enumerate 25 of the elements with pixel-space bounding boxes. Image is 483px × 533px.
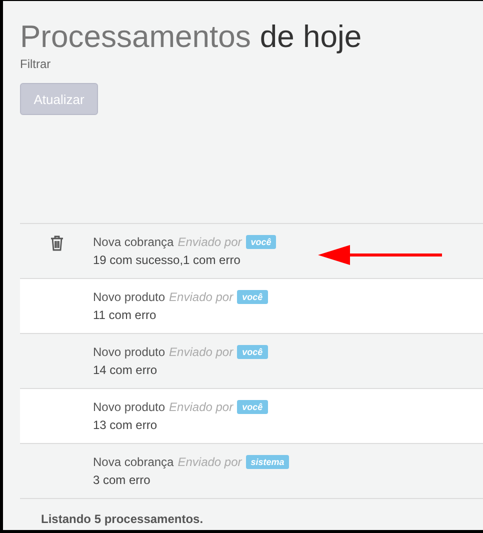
page-title-emphasis: de hoje <box>260 19 362 55</box>
list-count: Listando 5 processamentos. <box>41 512 204 526</box>
filter-link[interactable]: Filtrar <box>20 57 51 71</box>
process-type: Nova cobrança <box>93 455 174 469</box>
sender-badge: você <box>237 345 268 359</box>
sender-badge: você <box>237 290 268 304</box>
process-type: Nova cobrança <box>93 235 174 249</box>
result-summary: 19 com sucesso,1 com erro <box>93 253 242 267</box>
process-type: Novo produto <box>93 290 166 304</box>
sender-badge: sistema <box>246 455 290 469</box>
sender-badge: você <box>237 400 268 414</box>
sent-by-label: Enviado por <box>178 455 242 469</box>
sent-by-label: Enviado por <box>169 400 234 414</box>
process-type: Novo produto <box>93 345 166 359</box>
result-summary: 14 com erro <box>93 363 158 377</box>
sent-by-label: Enviado por <box>178 235 242 249</box>
page-title: Processamentos <box>20 19 251 55</box>
sent-by-label: Enviado por <box>169 290 234 304</box>
sender-badge: você <box>246 235 276 249</box>
result-summary: 11 com erro <box>93 308 158 322</box>
process-type: Novo produto <box>93 400 166 414</box>
result-summary: 13 com erro <box>93 418 158 432</box>
result-summary: 3 com erro <box>93 473 152 487</box>
sent-by-label: Enviado por <box>169 345 234 359</box>
trash-icon[interactable] <box>50 235 64 251</box>
